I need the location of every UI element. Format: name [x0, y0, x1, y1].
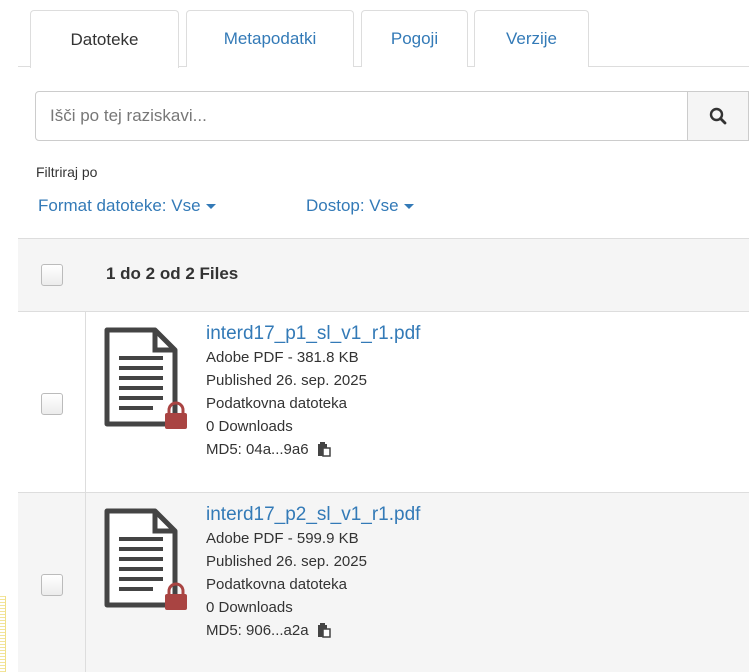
file-type-size: Adobe PDF - 599.9 KB: [206, 530, 359, 547]
file-type-size: Adobe PDF - 381.8 KB: [206, 349, 359, 366]
file-name-link[interactable]: interd17_p1_sl_v1_r1.pdf: [206, 322, 420, 346]
filter-title: Filtriraj po: [36, 164, 98, 180]
file-text-icon: [104, 508, 187, 610]
clipboard-icon[interactable]: [317, 442, 331, 457]
tab-verzije[interactable]: Verzije: [474, 10, 589, 67]
search-icon: [709, 107, 727, 125]
search-input[interactable]: [36, 92, 687, 140]
table-row: interd17_p1_sl_v1_r1.pdf Adobe PDF - 381…: [18, 312, 749, 493]
row-checkbox[interactable]: [41, 393, 63, 415]
file-category: Podatkovna datoteka: [206, 576, 347, 593]
tab-metapodatki[interactable]: Metapodatki: [186, 10, 354, 67]
tab-datoteke[interactable]: Datoteke: [30, 10, 179, 68]
results-count: 1 do 2 od 2 Files: [106, 264, 239, 283]
caret-down-icon: [205, 204, 216, 210]
file-md5: MD5: 906...a2a: [206, 619, 420, 642]
md5-value: MD5: 04a...9a6: [206, 441, 309, 458]
access-filter-dropdown[interactable]: Dostop: Vse: [306, 196, 414, 216]
table-header: 1 do 2 od 2 Files: [18, 238, 749, 312]
column-divider: [85, 493, 86, 672]
file-metadata: interd17_p2_sl_v1_r1.pdf Adobe PDF - 599…: [206, 503, 420, 642]
access-filter-label: Dostop: Vse: [306, 196, 399, 215]
tab-bar: Datoteke Metapodatki Pogoji Verzije: [18, 10, 749, 68]
format-filter-label: Format datoteke: Vse: [38, 196, 201, 215]
file-downloads: 0 Downloads: [206, 418, 293, 435]
file-category: Podatkovna datoteka: [206, 395, 347, 412]
select-all-checkbox[interactable]: [41, 264, 63, 286]
left-edge-decoration: [0, 596, 6, 672]
file-published: Published 26. sep. 2025: [206, 553, 367, 570]
file-text-icon: [104, 327, 187, 429]
table-row: interd17_p2_sl_v1_r1.pdf Adobe PDF - 599…: [18, 493, 749, 672]
file-published: Published 26. sep. 2025: [206, 372, 367, 389]
row-checkbox[interactable]: [41, 574, 63, 596]
md5-value: MD5: 906...a2a: [206, 622, 309, 639]
caret-down-icon: [403, 204, 414, 210]
file-metadata: interd17_p1_sl_v1_r1.pdf Adobe PDF - 381…: [206, 322, 420, 461]
search-button[interactable]: [687, 92, 748, 140]
clipboard-icon[interactable]: [317, 623, 331, 638]
column-divider: [85, 312, 86, 492]
file-downloads: 0 Downloads: [206, 599, 293, 616]
file-md5: MD5: 04a...9a6: [206, 438, 420, 461]
format-filter-dropdown[interactable]: Format datoteke: Vse: [38, 196, 216, 216]
search-bar: [35, 91, 749, 141]
tab-pogoji[interactable]: Pogoji: [361, 10, 468, 67]
file-name-link[interactable]: interd17_p2_sl_v1_r1.pdf: [206, 503, 420, 527]
